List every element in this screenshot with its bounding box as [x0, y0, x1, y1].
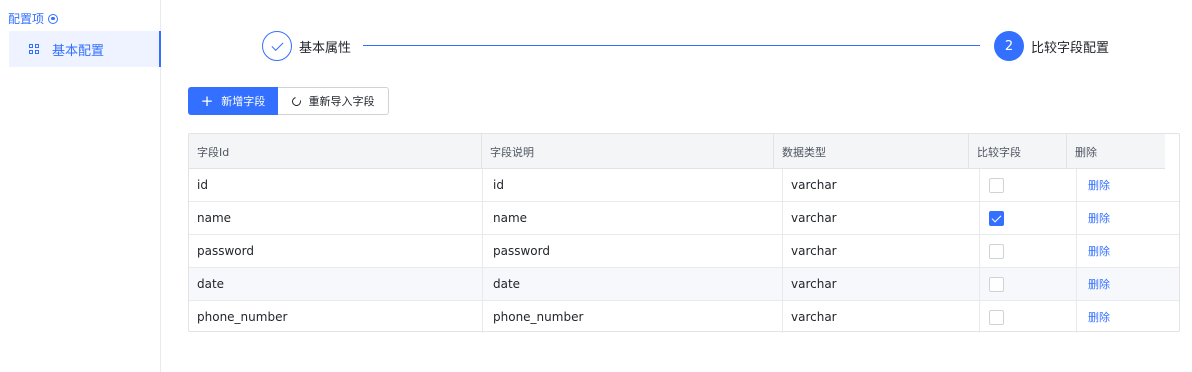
cell-delete: 删除 — [1077, 268, 1179, 300]
step-number: 2 — [1004, 38, 1014, 54]
cell-field-id: name — [189, 202, 483, 234]
cell-field-desc: id — [483, 169, 783, 201]
sidebar-item-basic-config[interactable]: 基本配置 — [9, 31, 161, 67]
compare-checkbox[interactable] — [989, 177, 1004, 193]
cell-data-type: varchar — [783, 268, 980, 300]
refresh-icon — [289, 94, 303, 108]
settings-circle-icon[interactable] — [48, 13, 59, 24]
cell-compare — [980, 202, 1077, 234]
delete-link[interactable]: 删除 — [1088, 276, 1110, 292]
table-row: id id varchar 删除 — [189, 169, 1179, 202]
reimport-fields-button[interactable]: 重新导入字段 — [278, 87, 389, 115]
table-row: password password varchar 删除 — [189, 235, 1179, 268]
fields-table: 字段Id 字段说明 数据类型 比较字段 删除 id id varchar 删除 … — [188, 133, 1180, 334]
sidebar-header-label: 配置项 — [8, 12, 45, 26]
column-header-field-id: 字段Id — [189, 134, 482, 169]
column-header-field-desc: 字段说明 — [482, 134, 774, 169]
compare-checkbox-checked[interactable] — [989, 210, 1004, 226]
table-header: 字段Id 字段说明 数据类型 比较字段 删除 — [189, 134, 1165, 169]
compare-checkbox[interactable] — [989, 309, 1004, 325]
column-header-delete: 删除 — [1075, 145, 1097, 159]
cell-delete: 删除 — [1077, 235, 1179, 267]
cell-compare — [980, 235, 1077, 267]
cell-field-desc: date — [483, 268, 783, 300]
cell-field-id: phone_number — [189, 301, 483, 333]
step-basic-attributes[interactable]: 基本属性 — [262, 31, 351, 61]
cell-compare — [980, 268, 1077, 300]
compare-checkbox[interactable] — [989, 243, 1004, 259]
check-icon — [270, 38, 284, 51]
step-compare-fields[interactable]: 2 比较字段配置 — [994, 31, 1109, 61]
column-header-data-type: 数据类型 — [774, 134, 969, 169]
step-connector — [363, 45, 980, 46]
delete-link[interactable]: 删除 — [1088, 210, 1110, 226]
cell-compare — [980, 301, 1077, 333]
cell-delete: 删除 — [1077, 202, 1179, 234]
step-label: 比较字段配置 — [1031, 40, 1110, 56]
sidebar: 配置项 基本配置 — [0, 0, 161, 372]
cell-field-desc: phone_number — [483, 301, 783, 333]
delete-link[interactable]: 删除 — [1088, 243, 1110, 259]
cell-data-type: varchar — [783, 235, 980, 267]
cell-delete: 删除 — [1077, 301, 1179, 333]
plus-icon: + — [200, 91, 214, 110]
cell-field-id: password — [189, 235, 483, 267]
step-done-circle — [262, 31, 292, 61]
step-label: 基本属性 — [299, 40, 352, 56]
grid-icon — [29, 43, 40, 55]
reimport-fields-label: 重新导入字段 — [308, 95, 375, 108]
cell-field-id: id — [189, 169, 483, 201]
delete-link[interactable]: 删除 — [1088, 177, 1110, 193]
table-row: date date varchar 删除 — [189, 268, 1179, 301]
cell-field-desc: name — [483, 202, 783, 234]
sidebar-header[interactable]: 配置项 — [8, 10, 59, 27]
add-field-button[interactable]: + 新增字段 — [188, 87, 278, 115]
cell-delete: 删除 — [1077, 169, 1179, 201]
table-row: name name varchar 删除 — [189, 202, 1179, 235]
table-row: phone_number phone_number varchar 删除 — [189, 301, 1179, 334]
compare-checkbox[interactable] — [989, 276, 1004, 292]
cell-data-type: varchar — [783, 301, 980, 333]
sidebar-item-label: 基本配置 — [52, 43, 105, 59]
cell-compare — [980, 169, 1077, 201]
cell-field-id: date — [189, 268, 483, 300]
add-field-label: 新增字段 — [221, 95, 266, 108]
step-number-circle: 2 — [994, 31, 1024, 61]
column-header-compare: 比较字段 — [969, 134, 1067, 169]
cell-field-desc: password — [483, 235, 783, 267]
delete-link[interactable]: 删除 — [1088, 309, 1110, 325]
cell-data-type: varchar — [783, 169, 980, 201]
cell-data-type: varchar — [783, 202, 980, 234]
